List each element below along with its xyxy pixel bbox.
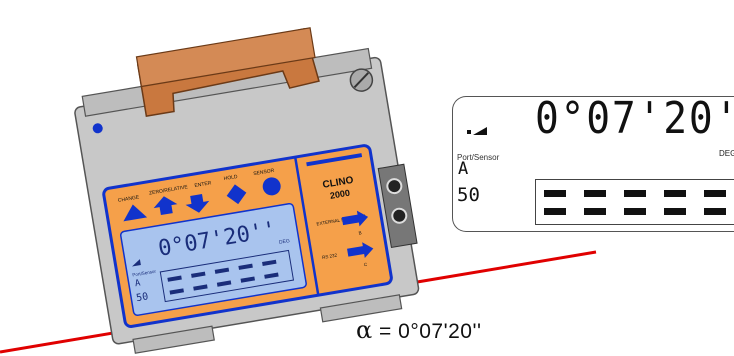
zoomed-value: 0°07'20'' bbox=[535, 96, 734, 144]
zoomed-dash-box bbox=[535, 179, 734, 225]
dash bbox=[624, 208, 646, 215]
dash bbox=[704, 208, 726, 215]
zoomed-port-letter: A bbox=[458, 159, 469, 179]
dash bbox=[544, 190, 566, 197]
angle-caption: α = 0°07'20'' bbox=[356, 316, 481, 344]
dash bbox=[704, 190, 726, 197]
alpha-symbol: α bbox=[356, 316, 373, 344]
dash bbox=[544, 208, 566, 215]
dash bbox=[664, 190, 686, 197]
device-lcd-port-number: 50 bbox=[135, 291, 149, 304]
angle-value: = 0°07'20'' bbox=[372, 320, 482, 343]
dash bbox=[624, 190, 646, 197]
dash bbox=[584, 190, 606, 197]
dash bbox=[664, 208, 686, 215]
zoomed-lcd-display: 0°07'20'' DEG Port/Sensor A 50 bbox=[452, 96, 734, 232]
connector-c bbox=[391, 207, 408, 224]
connector-b bbox=[386, 178, 403, 195]
zoomed-unit: DEG bbox=[719, 149, 734, 158]
zoomed-port-number: 50 bbox=[457, 184, 480, 206]
mode-icon bbox=[467, 127, 487, 135]
dash bbox=[584, 208, 606, 215]
clinometer-device: CHANGE ZERO/RELATIVE ENTER HOLD SENSOR 0… bbox=[74, 27, 420, 354]
